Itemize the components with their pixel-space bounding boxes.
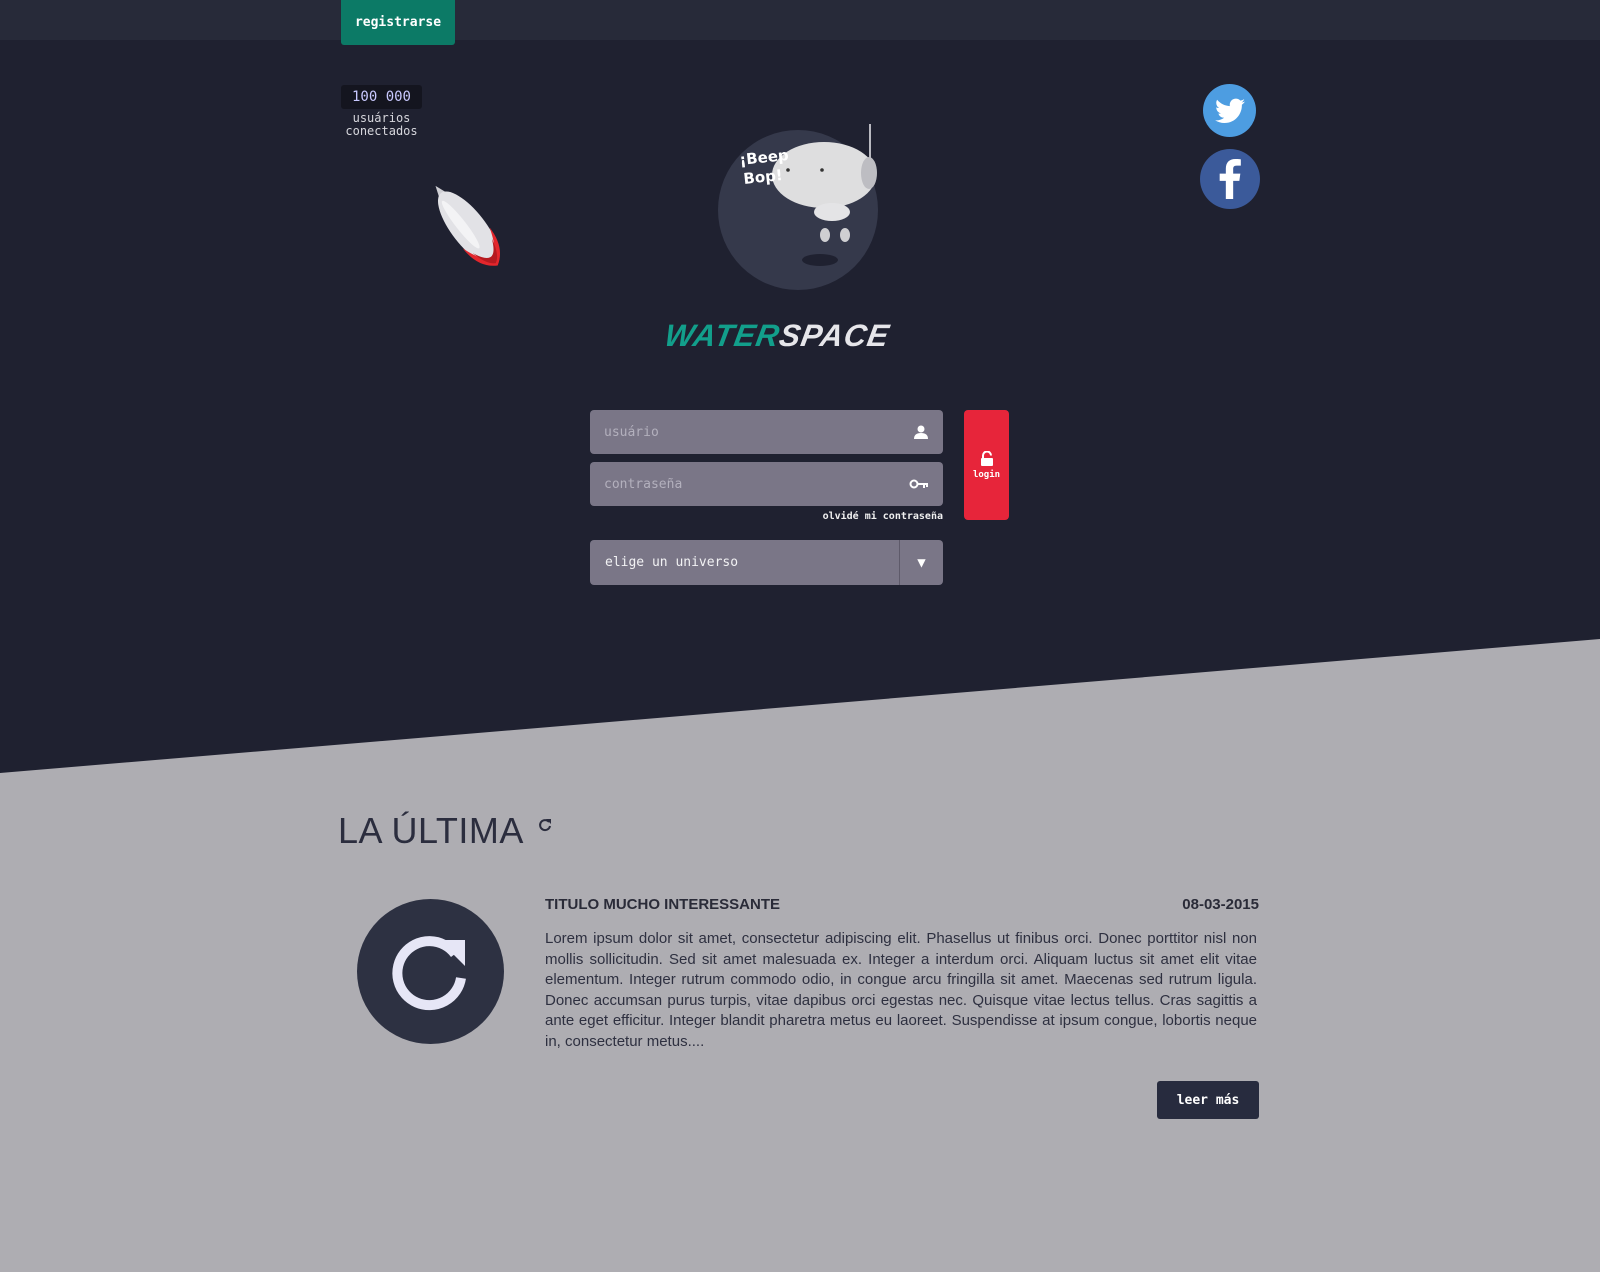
user-icon — [914, 425, 928, 439]
register-button[interactable]: registrarse — [341, 0, 455, 45]
twitter-icon — [1214, 98, 1245, 123]
facebook-button[interactable] — [1200, 149, 1260, 209]
logo: WATERSPACE — [662, 318, 893, 354]
top-bar — [0, 0, 1600, 40]
forgot-password-link[interactable]: olvidé mi contraseña — [790, 511, 943, 522]
facebook-icon — [1219, 159, 1241, 199]
login-button[interactable]: login — [964, 410, 1009, 520]
news-thumbnail — [357, 899, 504, 1044]
password-input[interactable] — [604, 476, 909, 492]
user-count-label: usuários conectados — [345, 111, 418, 138]
news-body: Lorem ipsum dolor sit amet, consectetur … — [545, 930, 1257, 1050]
username-field[interactable] — [590, 410, 943, 454]
rocket-illustration — [420, 170, 520, 294]
user-count: 100 000 — [341, 85, 422, 109]
news-date: 08-03-2015 — [1182, 896, 1259, 913]
chevron-down-icon: ▼ — [917, 554, 926, 571]
key-icon — [909, 479, 928, 489]
section-title: LA ÚLTIMA — [338, 810, 524, 851]
twitter-button[interactable] — [1203, 84, 1256, 137]
refresh-icon[interactable] — [538, 818, 552, 832]
logo-part-space: SPACE — [776, 318, 893, 353]
read-more-button[interactable]: leer más — [1157, 1081, 1259, 1119]
universe-select[interactable]: elige un universo ▼ — [590, 540, 943, 585]
mascot-illustration: ¡Beep Bop! — [712, 120, 892, 304]
refresh-icon — [391, 935, 466, 1010]
unlock-icon — [980, 450, 993, 466]
logo-part-water: WATER — [662, 318, 783, 353]
password-field[interactable] — [590, 462, 943, 506]
user-counter: 100 000 usuários conectados — [341, 85, 422, 138]
username-input[interactable] — [604, 424, 913, 440]
login-label: login — [972, 469, 1001, 480]
news-title: TITULO MUCHO INTERESSANTE — [545, 896, 780, 913]
universe-select-value: elige un universo — [605, 555, 739, 570]
